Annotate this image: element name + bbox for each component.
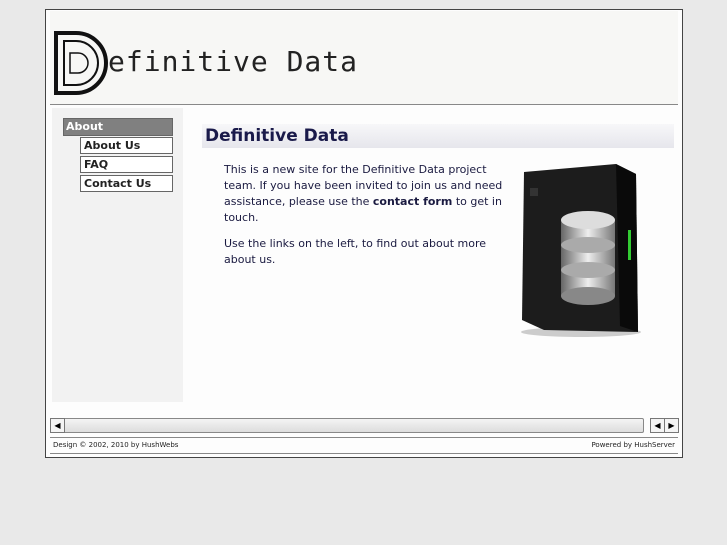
nav-section-about[interactable]: About xyxy=(63,118,173,136)
nav-item-contact-us[interactable]: Contact Us xyxy=(80,175,173,192)
content: This is a new site for the Definitive Da… xyxy=(224,162,504,278)
database-server-image xyxy=(521,164,641,337)
links-paragraph: Use the links on the left, to find out a… xyxy=(224,237,486,266)
footer: Design © 2002, 2010 by HushWebs Powered … xyxy=(50,437,678,454)
footer-powered-by: Powered by HushServer xyxy=(591,441,675,449)
scroll-left-button-2[interactable]: ◀ xyxy=(650,418,665,433)
contact-form-link[interactable]: contact form xyxy=(373,195,452,208)
scroll-right-button[interactable]: ▶ xyxy=(664,418,679,433)
footer-credit: Design © 2002, 2010 by HushWebs xyxy=(53,441,179,449)
intro-paragraph: This is a new site for the Definitive Da… xyxy=(224,162,504,226)
nav-item-faq[interactable]: FAQ xyxy=(80,156,173,173)
header: efinitive Data xyxy=(50,11,678,105)
logo-d-icon xyxy=(54,31,108,95)
logo-text: efinitive Data xyxy=(108,45,359,78)
sidebar: About About Us FAQ Contact Us xyxy=(52,108,183,402)
nav-item-about-us[interactable]: About Us xyxy=(80,137,173,154)
horizontal-scrollbar[interactable]: ◀ xyxy=(50,418,644,433)
scroll-left-button[interactable]: ◀ xyxy=(50,418,65,433)
page-frame: efinitive Data About About Us FAQ Contac… xyxy=(45,9,683,458)
page-title: Definitive Data xyxy=(202,124,674,148)
